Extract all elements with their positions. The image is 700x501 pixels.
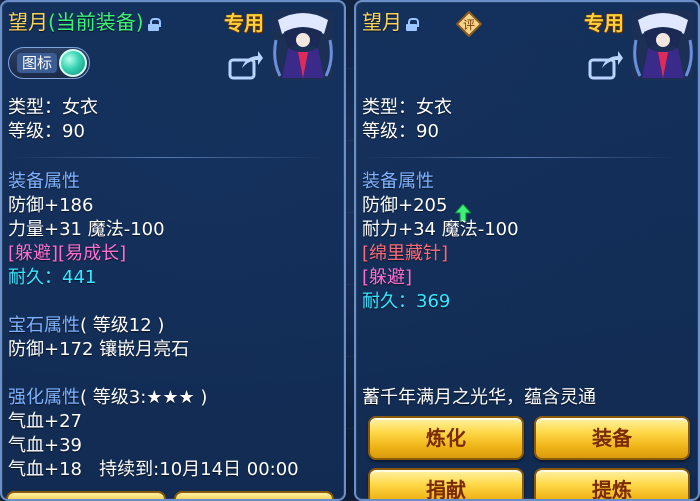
donate-button[interactable]: 捐献 <box>368 468 524 499</box>
item-name: 望月 <box>362 10 402 34</box>
enhance-line: 气血+18 <box>8 459 82 480</box>
enhance-level: ( 等级3:★★★ ) <box>80 387 208 408</box>
toggle-knob <box>59 49 87 77</box>
item-name: 望月 <box>8 10 48 34</box>
icon-toggle-label: 图标 <box>17 53 58 73</box>
share-icon[interactable] <box>228 50 264 80</box>
gem-attr-row: 宝石属性( 等级12 ) <box>8 314 164 338</box>
type-line: 类型：女衣 <box>362 97 452 118</box>
lock-icon[interactable] <box>406 17 419 31</box>
stats-line: 耐力+34 魔法-100 <box>362 219 519 240</box>
gem-line: 防御+172 镶嵌月亮石 <box>8 339 190 360</box>
exclusive-tag: 专用 <box>584 11 624 35</box>
equip-attr-heading: 装备属性 <box>8 171 80 192</box>
extract-button[interactable]: 提炼 <box>534 468 690 499</box>
equipped-status: (当前装备) <box>48 10 144 34</box>
enhance-attr-heading: 强化属性 <box>8 387 80 408</box>
equip-attr-heading: 装备属性 <box>362 171 434 192</box>
exclusive-tag: 专用 <box>224 11 264 35</box>
icon-toggle[interactable]: 图标 <box>8 47 90 79</box>
defense-line: 防御+186 <box>8 195 94 216</box>
special-effect: [躲避] <box>362 267 413 288</box>
share-icon[interactable] <box>588 50 624 80</box>
divider <box>8 157 324 158</box>
level-line: 等级：90 <box>8 121 85 142</box>
lock-icon[interactable] <box>147 17 161 31</box>
durability-value: 441 <box>62 267 97 288</box>
gem-attr-heading: 宝石属性 <box>8 315 80 336</box>
stats-line: 力量+31 魔法-100 <box>8 219 165 240</box>
hidden-button[interactable] <box>6 491 166 499</box>
item-title-row: 望月 <box>362 10 419 36</box>
character-portrait <box>632 10 694 80</box>
defense-row: 防御+205 <box>362 194 473 223</box>
rating-badge-text: 评 <box>463 18 475 32</box>
rating-badge-icon[interactable]: 评 <box>455 10 483 38</box>
defense-line: 防御+205 <box>362 195 448 216</box>
durability-value: 369 <box>416 291 451 312</box>
gem-level: ( 等级12 ) <box>80 315 165 336</box>
duration-line: 持续到:10月14日 00:00 <box>99 459 299 480</box>
type-line: 类型：女衣 <box>8 97 98 118</box>
hidden-button[interactable] <box>174 491 334 499</box>
divider <box>362 157 678 158</box>
equipped-item-tooltip: 望月(当前装备) 专用 图标 类型：女衣 等级：90 装备属性 防御+186 力… <box>0 0 346 501</box>
flavor-text: 蓄千年满月之光华，蕴含灵通 <box>362 387 596 408</box>
special-effects: [躲避][易成长] <box>8 243 127 264</box>
enhance-line: 气血+39 <box>8 435 82 456</box>
level-line: 等级：90 <box>362 121 439 142</box>
enhance-last-row: 气血+18 持续到:10月14日 00:00 <box>8 458 299 482</box>
durability-label: 耐久： <box>8 267 62 288</box>
enhance-attr-row: 强化属性( 等级3:★★★ ) <box>8 386 207 410</box>
character-portrait <box>272 10 334 80</box>
item-title-row: 望月(当前装备) <box>8 10 161 36</box>
durability-line: 耐久：441 <box>8 266 96 290</box>
equip-button[interactable]: 装备 <box>534 416 690 460</box>
durability-label: 耐久： <box>362 291 416 312</box>
compare-item-tooltip: 望月 评 专用 类型：女衣 等级：90 装备属性 防御+205 耐力+34 魔法… <box>354 0 700 501</box>
special-effect: [绵里藏针] <box>362 243 449 264</box>
durability-line: 耐久：369 <box>362 290 450 314</box>
refine-button[interactable]: 炼化 <box>368 416 524 460</box>
enhance-line: 气血+27 <box>8 411 82 432</box>
